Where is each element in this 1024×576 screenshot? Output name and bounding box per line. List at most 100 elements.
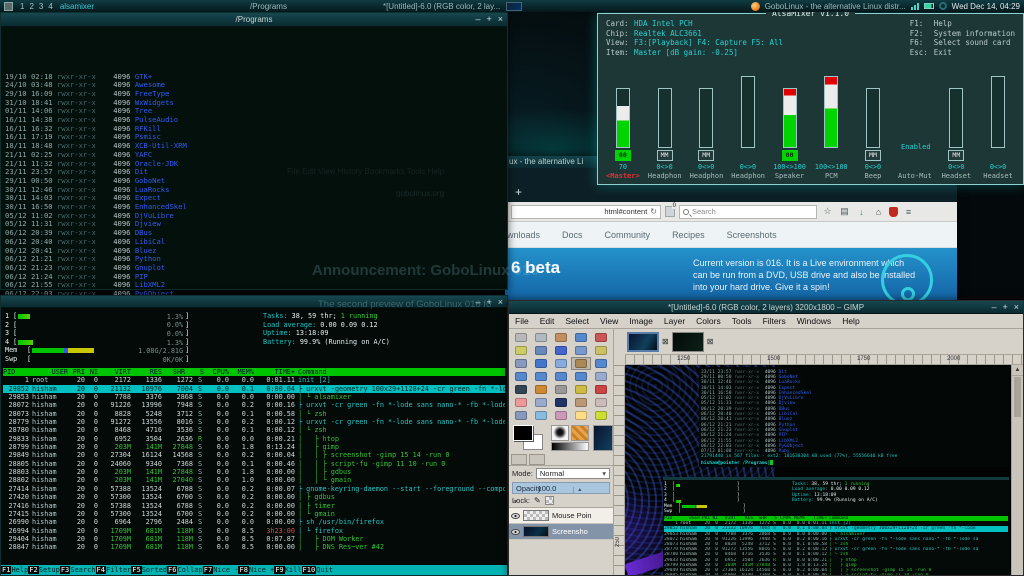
visibility-eye-icon[interactable] xyxy=(511,528,520,535)
mute-box[interactable]: 00 xyxy=(614,150,631,161)
mute-box[interactable]: MM xyxy=(698,150,715,161)
taskbar-item-firefox[interactable]: GoboLinux - the alternative Linux distr.… xyxy=(765,2,906,11)
tool-icon[interactable] xyxy=(591,370,611,383)
channels-tab[interactable] xyxy=(529,454,545,465)
tool-icon[interactable] xyxy=(591,344,611,357)
menu-item[interactable]: Tools xyxy=(732,316,752,326)
maximize-button[interactable]: + xyxy=(486,296,491,309)
tool-icon[interactable] xyxy=(511,370,531,383)
process-row[interactable]: 26994 hisham 20 0 1709M 681M 118M S 0.0 8.5 3h23:0… xyxy=(3,527,505,535)
tool-icon[interactable] xyxy=(591,357,611,370)
menu-item[interactable]: View xyxy=(600,316,618,326)
menu-item[interactable]: Help xyxy=(842,316,859,326)
menu-item[interactable]: Edit xyxy=(540,316,555,326)
scroll-up-icon[interactable]: ▲ xyxy=(1012,365,1023,376)
mute-box[interactable]: MM xyxy=(864,150,881,161)
tool-icon[interactable] xyxy=(551,383,571,396)
process-row[interactable]: 28803 hisham 20 0 203M 141M 27848 S 0.0 1.8 0:00.0… xyxy=(3,468,505,476)
tool-icon[interactable] xyxy=(591,409,611,422)
tool-icon[interactable] xyxy=(591,331,611,344)
column-header[interactable]: RES xyxy=(134,368,162,376)
terminal-titlebar[interactable]: /Programs – + × xyxy=(1,13,507,27)
tool-icon[interactable] xyxy=(531,396,551,409)
close-image-icon[interactable]: ⊠ xyxy=(707,337,714,346)
notification-icon[interactable] xyxy=(938,2,947,10)
tool-icon[interactable] xyxy=(551,370,571,383)
fkey-button[interactable]: F3Search xyxy=(59,565,96,575)
workspace-button[interactable]: 3 xyxy=(38,2,44,11)
menu-icon[interactable]: ≡ xyxy=(902,207,915,217)
bookmark-star-icon[interactable]: ☆ xyxy=(821,206,834,217)
menu-item[interactable]: Layer xyxy=(664,316,685,326)
tool-icon[interactable] xyxy=(571,396,591,409)
taskbar-item-alsamixer[interactable]: alsamixer xyxy=(60,2,94,11)
mute-box[interactable]: 00 xyxy=(781,150,798,161)
image-tab[interactable] xyxy=(671,331,704,352)
mute-box[interactable]: MM xyxy=(656,150,673,161)
brush-icon[interactable] xyxy=(551,425,569,441)
library-icon[interactable]: ▤ xyxy=(838,206,851,217)
taskbar-item-programs[interactable]: /Programs xyxy=(250,2,287,11)
fkey-button[interactable]: F10Quit xyxy=(301,565,334,575)
volume-bar[interactable] xyxy=(740,76,755,148)
search-input[interactable]: Search xyxy=(679,204,817,219)
tool-icon[interactable] xyxy=(551,331,571,344)
tool-icon[interactable] xyxy=(511,396,531,409)
mute-box[interactable]: MM xyxy=(948,150,965,161)
tool-icon[interactable] xyxy=(571,331,591,344)
htop-titlebar[interactable]: – + × xyxy=(1,296,507,308)
column-header[interactable]: PRI xyxy=(71,368,85,376)
workspace-button[interactable]: 2 xyxy=(28,2,34,11)
menu-item[interactable]: Filters xyxy=(763,316,786,326)
close-button[interactable]: × xyxy=(498,13,503,26)
nav-link[interactable]: Docs xyxy=(562,230,583,240)
tool-icon[interactable] xyxy=(571,383,591,396)
downloads-icon[interactable]: ↓ xyxy=(855,207,868,217)
image-tab-active[interactable] xyxy=(627,331,659,352)
workspace-button[interactable]: 1 xyxy=(19,2,25,11)
volume-bar[interactable] xyxy=(657,88,672,148)
nav-link[interactable]: Community xyxy=(605,230,651,240)
fkey-button[interactable]: F6Collap xyxy=(167,565,203,575)
process-row[interactable]: 27420 hisham 20 0 57300 13524 6700 S 0.0 0.2 0:00.… xyxy=(3,493,505,501)
mixer-channel[interactable]: 00 100<>100 <Speaker> xyxy=(769,63,811,181)
process-row[interactable]: 27416 hisham 20 0 57388 13524 6788 S 0.0 0.2 0:00.… xyxy=(3,502,505,510)
volume-bar[interactable] xyxy=(865,88,880,148)
tool-icon[interactable] xyxy=(531,344,551,357)
process-row[interactable]: 28780 hisham 20 0 8468 4716 3536 S 0.0 0.1 0:00.12… xyxy=(3,426,505,434)
menu-item[interactable]: Select xyxy=(565,316,589,326)
layer-row[interactable]: Mouse Poin xyxy=(509,508,613,524)
column-header[interactable]: NI xyxy=(88,368,98,376)
workspace-button[interactable]: 4 xyxy=(47,2,53,11)
volume-bar[interactable] xyxy=(699,88,714,148)
volume-bar[interactable] xyxy=(782,88,797,148)
menu-item[interactable]: Colors xyxy=(696,316,721,326)
volume-bar[interactable] xyxy=(615,88,630,148)
fkey-button[interactable]: F1Help xyxy=(1,565,29,575)
lock-pixels-icon[interactable]: ✎ xyxy=(534,496,541,505)
nav-link[interactable]: Recipes xyxy=(672,230,705,240)
home-icon[interactable]: ⌂ xyxy=(872,207,885,217)
tool-icon[interactable] xyxy=(571,344,591,357)
mixer-channel[interactable]: MM 0<>0 <Headphon> xyxy=(685,63,727,181)
process-table-header[interactable]: PID USER PRI NI VIRT RES SHR S CPU% MEM% TIME+ Comm… xyxy=(3,368,505,377)
minimize-button[interactable]: – xyxy=(475,13,480,26)
mixer-channel[interactable]: 00 70 <Master> xyxy=(602,63,644,181)
process-row[interactable]: 29833 hisham 20 0 6952 3504 2636 R 0.0 0.0 0:00.21… xyxy=(3,435,505,443)
column-header[interactable]: PID xyxy=(3,368,29,376)
layer-row[interactable]: Screensho xyxy=(509,524,613,540)
column-header[interactable]: Command xyxy=(298,368,505,376)
tool-icon[interactable] xyxy=(511,344,531,357)
process-row[interactable]: 26990 hisham 20 0 6964 2796 2484 S 0.0 0.0 0:00.00… xyxy=(3,518,505,526)
window-thumbnail[interactable] xyxy=(506,1,523,11)
foreground-color-swatch[interactable] xyxy=(513,425,533,441)
column-header[interactable]: MEM% xyxy=(232,368,254,376)
minimize-button[interactable]: – xyxy=(991,301,996,314)
close-button[interactable]: × xyxy=(498,296,503,309)
process-row[interactable]: 29852 hisham 20 0 21132 10976 7004 S 0.0 0.1 0:00.… xyxy=(3,384,505,394)
tool-icon[interactable] xyxy=(511,331,531,344)
nav-link[interactable]: wnloads xyxy=(507,230,540,240)
tool-icon[interactable] xyxy=(511,383,531,396)
volume-bar[interactable] xyxy=(991,76,1006,148)
process-row[interactable]: 28799 hisham 20 0 203M 141M 27848 S 0.0 1.8 0:13.2… xyxy=(3,443,505,451)
